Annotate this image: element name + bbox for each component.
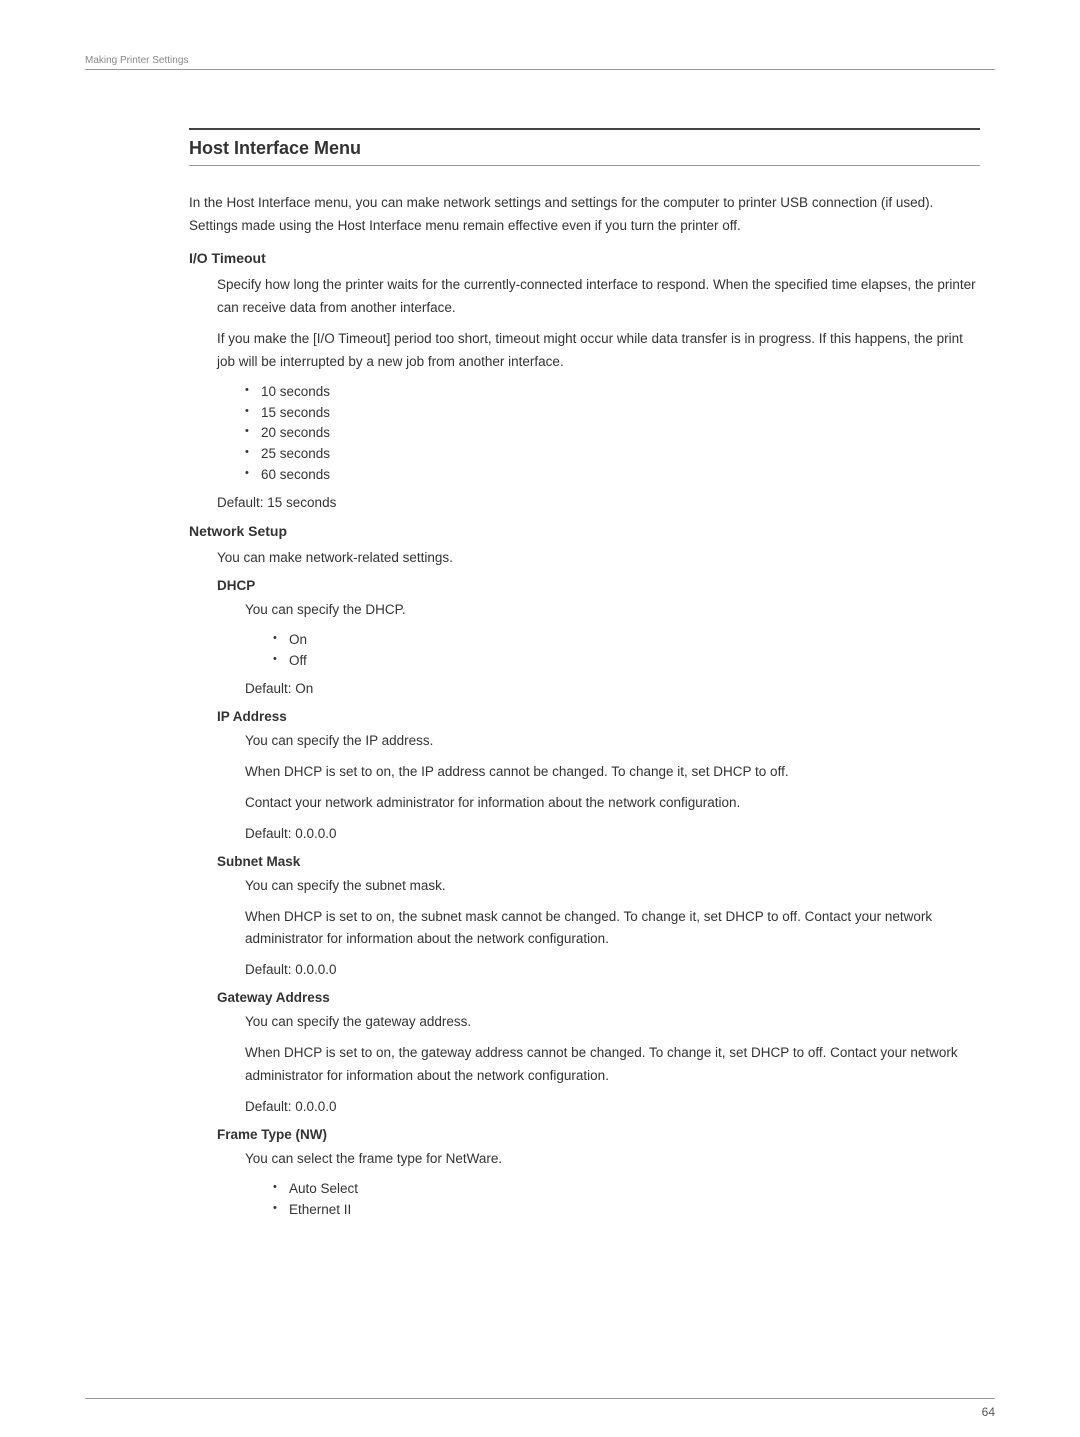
footer-rule: [85, 1398, 995, 1399]
frame-type-label: Frame Type (NW): [217, 1127, 980, 1142]
section-title: Host Interface Menu: [189, 138, 980, 159]
gateway-desc-2: When DHCP is set to on, the gateway addr…: [245, 1042, 980, 1088]
gateway-desc-1: You can specify the gateway address.: [245, 1011, 980, 1034]
ip-address-desc-3: Contact your network administrator for i…: [245, 792, 980, 815]
title-rule-bottom: [189, 165, 980, 166]
dhcp-default: Default: On: [245, 678, 980, 701]
ip-address-default: Default: 0.0.0.0: [245, 823, 980, 846]
intro-paragraph: In the Host Interface menu, you can make…: [189, 192, 980, 238]
list-item: 25 seconds: [245, 444, 980, 465]
io-timeout-desc-1: Specify how long the printer waits for t…: [217, 274, 980, 320]
list-item: Ethernet II: [273, 1200, 980, 1221]
dhcp-options: On Off: [273, 630, 980, 672]
io-timeout-heading: I/O Timeout: [189, 250, 980, 266]
network-setup-heading: Network Setup: [189, 523, 980, 539]
gateway-address-label: Gateway Address: [217, 990, 980, 1005]
subnet-mask-desc-1: You can specify the subnet mask.: [245, 875, 980, 898]
header-rule: [85, 69, 995, 70]
document-page: Making Printer Settings Host Interface M…: [0, 0, 1080, 1437]
page-header-breadcrumb: Making Printer Settings: [85, 55, 995, 66]
page-footer: 64: [85, 1398, 995, 1419]
content-area: Host Interface Menu In the Host Interfac…: [189, 128, 980, 1221]
subnet-mask-default: Default: 0.0.0.0: [245, 959, 980, 982]
subnet-mask-label: Subnet Mask: [217, 854, 980, 869]
gateway-default: Default: 0.0.0.0: [245, 1096, 980, 1119]
frame-type-options: Auto Select Ethernet II: [273, 1179, 980, 1221]
network-setup-desc: You can make network-related settings.: [217, 547, 980, 570]
io-timeout-default: Default: 15 seconds: [217, 492, 980, 515]
io-timeout-options: 10 seconds 15 seconds 20 seconds 25 seco…: [245, 382, 980, 487]
ip-address-desc-1: You can specify the IP address.: [245, 730, 980, 753]
list-item: On: [273, 630, 980, 651]
list-item: 10 seconds: [245, 382, 980, 403]
list-item: 60 seconds: [245, 465, 980, 486]
dhcp-desc: You can specify the DHCP.: [245, 599, 980, 622]
io-timeout-desc-2: If you make the [I/O Timeout] period too…: [217, 328, 980, 374]
ip-address-desc-2: When DHCP is set to on, the IP address c…: [245, 761, 980, 784]
page-number: 64: [85, 1405, 995, 1419]
list-item: Auto Select: [273, 1179, 980, 1200]
dhcp-label: DHCP: [217, 578, 980, 593]
list-item: 15 seconds: [245, 403, 980, 424]
list-item: Off: [273, 651, 980, 672]
subnet-mask-desc-2: When DHCP is set to on, the subnet mask …: [245, 906, 980, 952]
title-rule-top: [189, 128, 980, 130]
list-item: 20 seconds: [245, 423, 980, 444]
frame-type-desc: You can select the frame type for NetWar…: [245, 1148, 980, 1171]
ip-address-label: IP Address: [217, 709, 980, 724]
